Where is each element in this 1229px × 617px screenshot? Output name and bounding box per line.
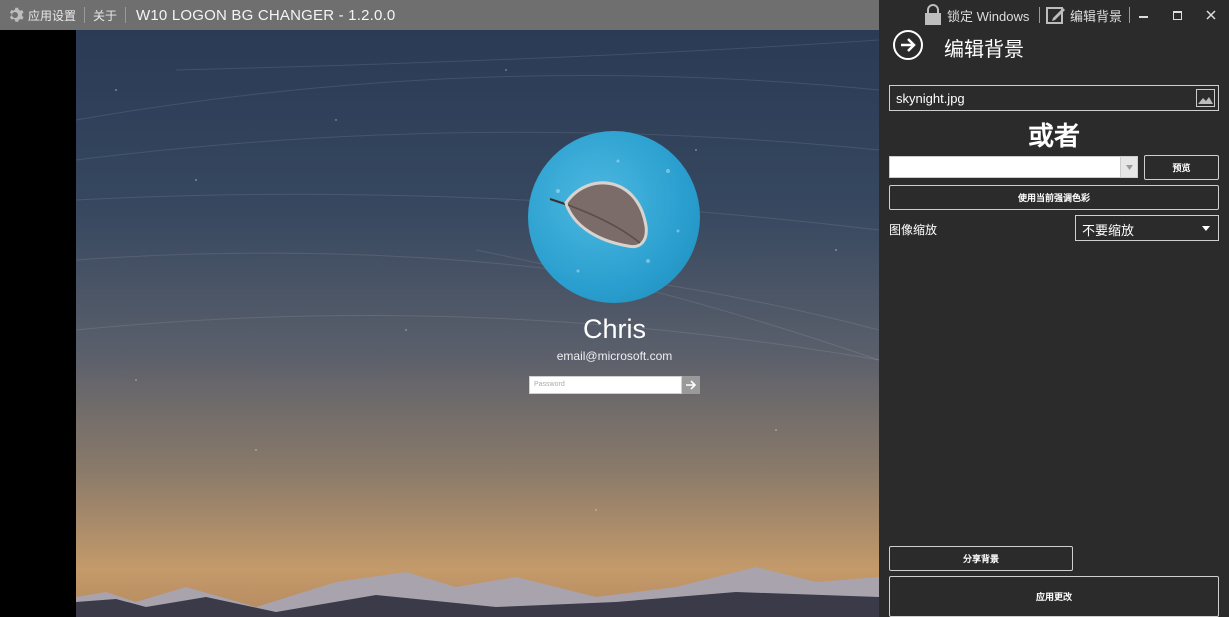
edit-background-button[interactable]: 编辑背景	[1046, 5, 1122, 25]
background-file-input[interactable]: skynight.jpg	[889, 85, 1219, 111]
or-label: 或者	[1027, 121, 1080, 151]
image-scale-label: 图像缩放	[889, 223, 938, 237]
about-label: 关于	[93, 8, 118, 23]
close-button[interactable]	[1194, 0, 1228, 30]
apply-changes-button[interactable]: 应用更改	[889, 576, 1219, 617]
arrow-right-icon	[901, 38, 916, 52]
toolbar-separator	[1039, 7, 1040, 23]
image-browse-icon[interactable]	[1196, 89, 1215, 107]
logon-preview: Chris email@microsoft.com Password	[0, 30, 879, 617]
panel-toolbar: 锁定 Windows 编辑背景	[879, 0, 1229, 30]
preview-button-label: 预览	[1172, 163, 1191, 173]
apply-changes-label: 应用更改	[1035, 592, 1072, 602]
share-background-label: 分享背景	[962, 554, 999, 564]
title-separator	[84, 7, 86, 23]
panel-title: 编辑背景	[944, 39, 1024, 61]
submit-arrow-icon	[682, 376, 700, 394]
close-icon	[1206, 10, 1216, 20]
share-background-button[interactable]: 分享背景	[889, 546, 1073, 571]
scale-value: 不要缩放	[1082, 223, 1135, 238]
minimize-icon	[1138, 16, 1148, 18]
edit-panel: 锁定 Windows 编辑背景 编辑背景 skynight.jpg 或者 预览 …	[879, 0, 1229, 617]
password-input: Password	[529, 376, 682, 394]
color-combobox[interactable]	[889, 156, 1138, 178]
dropdown-arrow-icon	[1202, 226, 1210, 231]
about-button[interactable]: 关于	[87, 7, 123, 24]
mountain-silhouette	[76, 567, 879, 617]
gear-icon	[6, 6, 24, 24]
star-trails	[76, 39, 879, 511]
edit-background-label: 编辑背景	[1070, 8, 1123, 24]
user-email: email@microsoft.com	[556, 349, 673, 363]
preview-button[interactable]: 预览	[1144, 155, 1219, 180]
title-bar: 应用设置 关于 W10 LOGON BG CHANGER - 1.2.0.0	[0, 0, 879, 30]
title-separator	[125, 7, 127, 23]
lock-windows-label: 锁定 Windows	[947, 8, 1030, 24]
use-accent-color-button[interactable]: 使用当前强调色彩	[889, 185, 1219, 210]
use-accent-color-label: 使用当前强调色彩	[1017, 193, 1090, 203]
back-button[interactable]	[893, 30, 923, 60]
maximize-button[interactable]	[1160, 0, 1194, 30]
file-name: skynight.jpg	[896, 91, 965, 106]
edit-icon	[1046, 5, 1066, 25]
app-title: W10 LOGON BG CHANGER - 1.2.0.0	[136, 6, 396, 24]
lock-icon	[923, 4, 943, 26]
leaf-icon	[549, 159, 680, 273]
lock-windows-button[interactable]: 锁定 Windows	[923, 4, 1029, 26]
maximize-icon	[1172, 10, 1182, 20]
chevron-down-icon[interactable]	[1120, 157, 1137, 177]
user-name: Chris	[582, 314, 646, 344]
image-scale-select[interactable]: 不要缩放	[1075, 215, 1219, 241]
background-image	[76, 30, 879, 617]
app-settings-label: 应用设置	[28, 8, 77, 23]
app-settings-button[interactable]: 应用设置	[0, 6, 82, 24]
minimize-button[interactable]	[1126, 0, 1160, 30]
user-avatar	[528, 131, 700, 303]
